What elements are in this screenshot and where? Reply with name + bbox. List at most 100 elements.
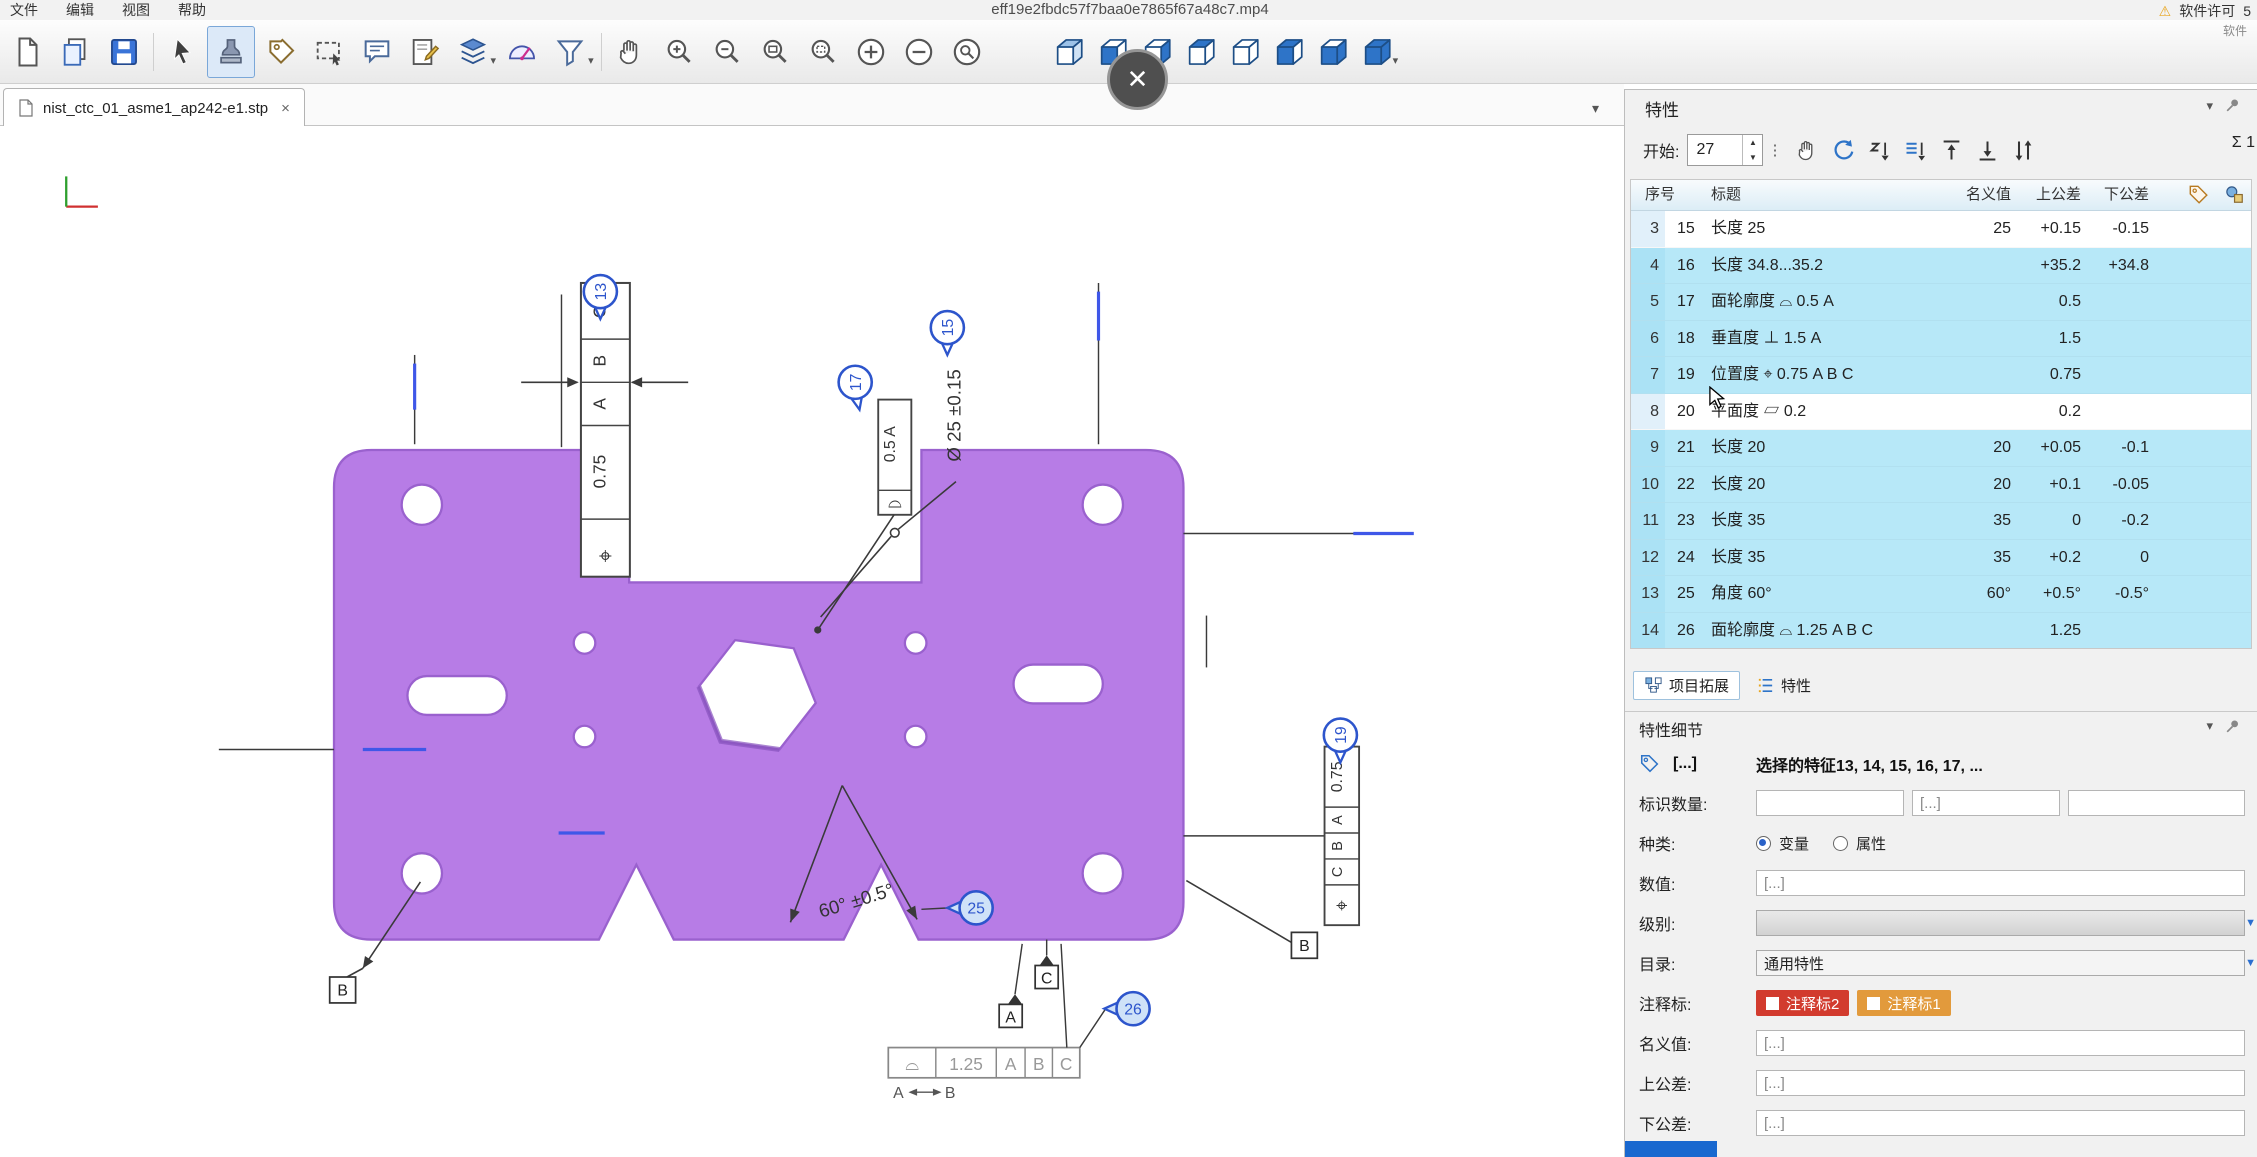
attribute-radio[interactable] [1833,836,1848,851]
level-dropdown-caret[interactable]: ▼ [2245,917,2256,929]
start-spinner[interactable]: 27 ▲▼ [1687,134,1763,166]
value-input[interactable]: [...] [1756,870,2245,896]
panel-menu-caret[interactable]: ▾ [2206,98,2213,114]
catalog-dropdown[interactable]: 通用特性 [1756,950,2245,976]
tag-filter-icon[interactable] [2187,183,2209,205]
select-cursor-button[interactable] [159,26,207,78]
part-body[interactable] [334,450,1183,940]
annotation-badge-2[interactable]: 注释标2 [1756,990,1849,1016]
datum-c[interactable]: C [1035,940,1058,989]
table-row[interactable]: 1123长度 35350-0.2 [1631,503,2251,540]
view-cube-all-button[interactable] [1355,26,1399,78]
spinner-up-icon[interactable]: ▲ [1743,135,1762,150]
panel-collapse-chevron[interactable]: ▾ [1592,100,1599,117]
level-dropdown[interactable] [1756,910,2245,936]
document-tab[interactable]: nist_ctc_01_asme1_ap242-e1.stp × [3,88,305,127]
checkbox-icon[interactable] [1867,997,1880,1010]
id-count-input-3[interactable] [2068,790,2245,816]
signature-button[interactable] [401,26,449,78]
table-row[interactable]: 1426面轮廓度 ⌓ 1.25 A B C1.25 [1631,613,2251,650]
start-value[interactable]: 27 [1688,135,1742,165]
catalog-dropdown-caret[interactable]: ▼ [2245,957,2256,969]
layers-button[interactable] [449,26,497,78]
move-bottom-button[interactable] [1969,132,2005,168]
menu-view[interactable]: 视图 [122,0,150,20]
lower-tol-input[interactable]: [...] [1756,1110,2245,1136]
menu-file[interactable]: 文件 [10,0,38,20]
fcf-right-position[interactable]: 0.75 A B C ⌖ [1325,747,1360,926]
view-cube-front-top-button[interactable] [1267,26,1311,78]
column-header-upper[interactable]: 上公差 [2017,180,2087,210]
marquee-select-button[interactable] [305,26,353,78]
zoom-fit-button[interactable] [751,26,799,78]
table-row[interactable]: 1224长度 3535+0.20 [1631,540,2251,577]
select-hand-button[interactable] [1789,132,1825,168]
save-button[interactable] [100,26,148,78]
column-header-seq[interactable]: 序号 [1631,180,1711,210]
zoom-out-button[interactable] [703,26,751,78]
fcf-bottom-profile[interactable]: ⌓ 1.25 A B C [888,944,1105,1078]
tag-button[interactable] [257,26,305,78]
shapes-icon[interactable] [2223,183,2245,205]
tab-close-icon[interactable]: × [281,100,290,117]
menu-edit[interactable]: 编辑 [66,0,94,20]
tab-project-tree[interactable]: 项目拓展 [1633,671,1740,700]
zoom-search-button[interactable] [943,26,991,78]
pin-icon[interactable] [2224,718,2241,735]
nominal-input[interactable]: [...] [1756,1030,2245,1056]
column-header-lower[interactable]: 下公差 [2087,180,2155,210]
checkbox-icon[interactable] [1766,997,1779,1010]
table-row[interactable]: 517面轮廓度 ⌓ 0.5 A0.5 [1631,284,2251,321]
variable-radio-label[interactable]: 变量 [1779,833,1809,854]
view-cube-wire-button[interactable] [1223,26,1267,78]
table-row[interactable]: 618垂直度 ⊥ 1.5 A1.5 [1631,321,2251,358]
menu-help[interactable]: 帮助 [178,0,206,20]
move-top-button[interactable] [1933,132,1969,168]
add-circle-button[interactable] [847,26,895,78]
swap-order-button[interactable] [2005,132,2041,168]
upper-tol-input[interactable]: [...] [1756,1070,2245,1096]
zoom-in-button[interactable] [655,26,703,78]
view-cube-iso-button[interactable] [1047,26,1091,78]
refresh-button[interactable] [1825,132,1861,168]
table-row[interactable]: 315长度 2525+0.15-0.15 [1631,211,2251,248]
id-count-input-1[interactable] [1756,790,1904,816]
datum-b-right[interactable]: B [1186,881,1317,959]
video-close-button[interactable]: ✕ [1107,49,1168,110]
comment-button[interactable] [353,26,401,78]
pin-icon[interactable] [2224,97,2241,114]
protractor-button[interactable] [498,26,546,78]
filter-button[interactable] [546,26,594,78]
new-file-button[interactable] [4,26,52,78]
attribute-radio-label[interactable]: 属性 [1856,833,1886,854]
balloon-17[interactable]: 17 [839,366,872,410]
variable-radio[interactable] [1756,836,1771,851]
spinner-buttons[interactable]: ▲▼ [1742,135,1762,165]
annotation-badge-1[interactable]: 注释标1 [1857,990,1950,1016]
tab-properties[interactable]: 特性 [1746,672,1821,699]
cad-viewport[interactable]: C B A 0.75 ⌖ 0.5 A ⌓ Ø 25 ±0.15 [0,126,1624,1157]
datum-a[interactable]: A [999,944,1022,1028]
column-header-nominal[interactable]: 名义值 [1949,180,2017,210]
spinner-menu-icon[interactable]: ⋮ [1767,141,1781,159]
table-row[interactable]: 921长度 2020+0.05-0.1 [1631,430,2251,467]
spinner-down-icon[interactable]: ▼ [1743,150,1762,165]
view-cube-front-right-button[interactable] [1311,26,1355,78]
id-count-input-2[interactable]: [...] [1912,790,2060,816]
table-row[interactable]: 416长度 34.8...35.2+35.2+34.8 [1631,248,2251,285]
balloon-15[interactable]: 15 [931,311,964,355]
zoom-window-button[interactable] [799,26,847,78]
view-cube-top-button[interactable] [1179,26,1223,78]
table-row[interactable]: 1022长度 2020+0.1-0.05 [1631,467,2251,504]
stamp-button[interactable] [207,26,255,78]
details-menu-caret[interactable]: ▾ [2206,718,2213,734]
sort-button[interactable] [1861,132,1897,168]
open-file-button[interactable] [52,26,100,78]
pan-hand-button[interactable] [607,26,655,78]
remove-circle-button[interactable] [895,26,943,78]
balloon-26[interactable]: 26 [1104,992,1149,1025]
column-header-title[interactable]: 标题 [1711,180,1949,210]
list-order-button[interactable] [1897,132,1933,168]
fcf-top-position[interactable]: C B A 0.75 ⌖ [581,283,630,577]
table-row[interactable]: 1325角度 60°60°+0.5°-0.5° [1631,576,2251,613]
